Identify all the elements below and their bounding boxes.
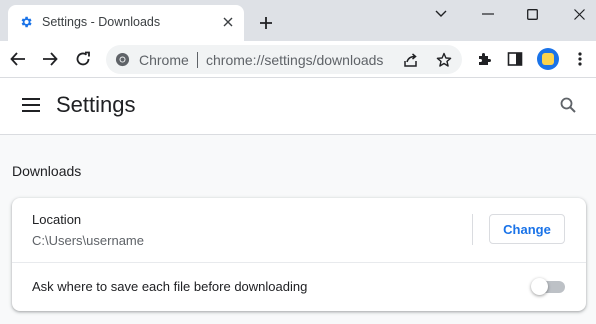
share-icon[interactable] — [401, 50, 421, 70]
minimize-icon[interactable] — [464, 0, 512, 28]
more-menu-icon[interactable] — [568, 47, 592, 71]
vertical-divider — [472, 214, 473, 245]
side-panel-icon[interactable] — [503, 47, 527, 71]
chrome-chip-label: Chrome — [139, 52, 189, 68]
tab-close-icon[interactable] — [220, 14, 236, 30]
chevron-down-icon[interactable] — [417, 0, 465, 28]
back-arrow-icon[interactable] — [6, 47, 30, 71]
omnibox-divider — [197, 52, 198, 68]
avatar-image — [542, 53, 554, 65]
forward-arrow-icon[interactable] — [38, 47, 62, 71]
profile-avatar[interactable] — [537, 48, 559, 70]
toggle-knob — [531, 278, 548, 295]
row-divider — [12, 262, 586, 263]
window-close-icon[interactable] — [555, 0, 596, 28]
reload-icon[interactable] — [71, 47, 95, 71]
address-bar[interactable]: Chrome chrome://settings/downloads — [106, 45, 462, 74]
bookmark-star-icon[interactable] — [434, 50, 454, 70]
change-location-button[interactable]: Change — [489, 214, 565, 244]
tab-strip: Settings - Downloads — [0, 0, 596, 41]
chrome-logo-icon — [115, 52, 130, 67]
extensions-puzzle-icon[interactable] — [472, 47, 496, 71]
maximize-icon[interactable] — [508, 0, 556, 28]
gear-icon — [19, 15, 33, 29]
downloads-settings-card: Location C:\Users\username Change Ask wh… — [12, 198, 586, 311]
page-title: Settings — [56, 92, 136, 117]
location-path: C:\Users\username — [32, 233, 144, 248]
hamburger-menu-icon[interactable] — [20, 94, 42, 116]
tab-title: Settings - Downloads — [42, 15, 161, 29]
new-tab-plus-icon[interactable] — [256, 13, 276, 33]
section-title-downloads: Downloads — [12, 163, 82, 179]
tab-settings-downloads[interactable]: Settings - Downloads — [8, 5, 244, 41]
browser-toolbar: Chrome chrome://settings/downloads — [0, 41, 596, 78]
settings-header: Settings — [0, 78, 596, 135]
ask-where-to-save-label: Ask where to save each file before downl… — [32, 279, 308, 294]
location-label: Location — [32, 212, 82, 227]
url-text[interactable]: chrome://settings/downloads — [206, 52, 383, 68]
ask-where-to-save-toggle[interactable] — [531, 278, 565, 295]
search-icon[interactable] — [557, 94, 579, 116]
